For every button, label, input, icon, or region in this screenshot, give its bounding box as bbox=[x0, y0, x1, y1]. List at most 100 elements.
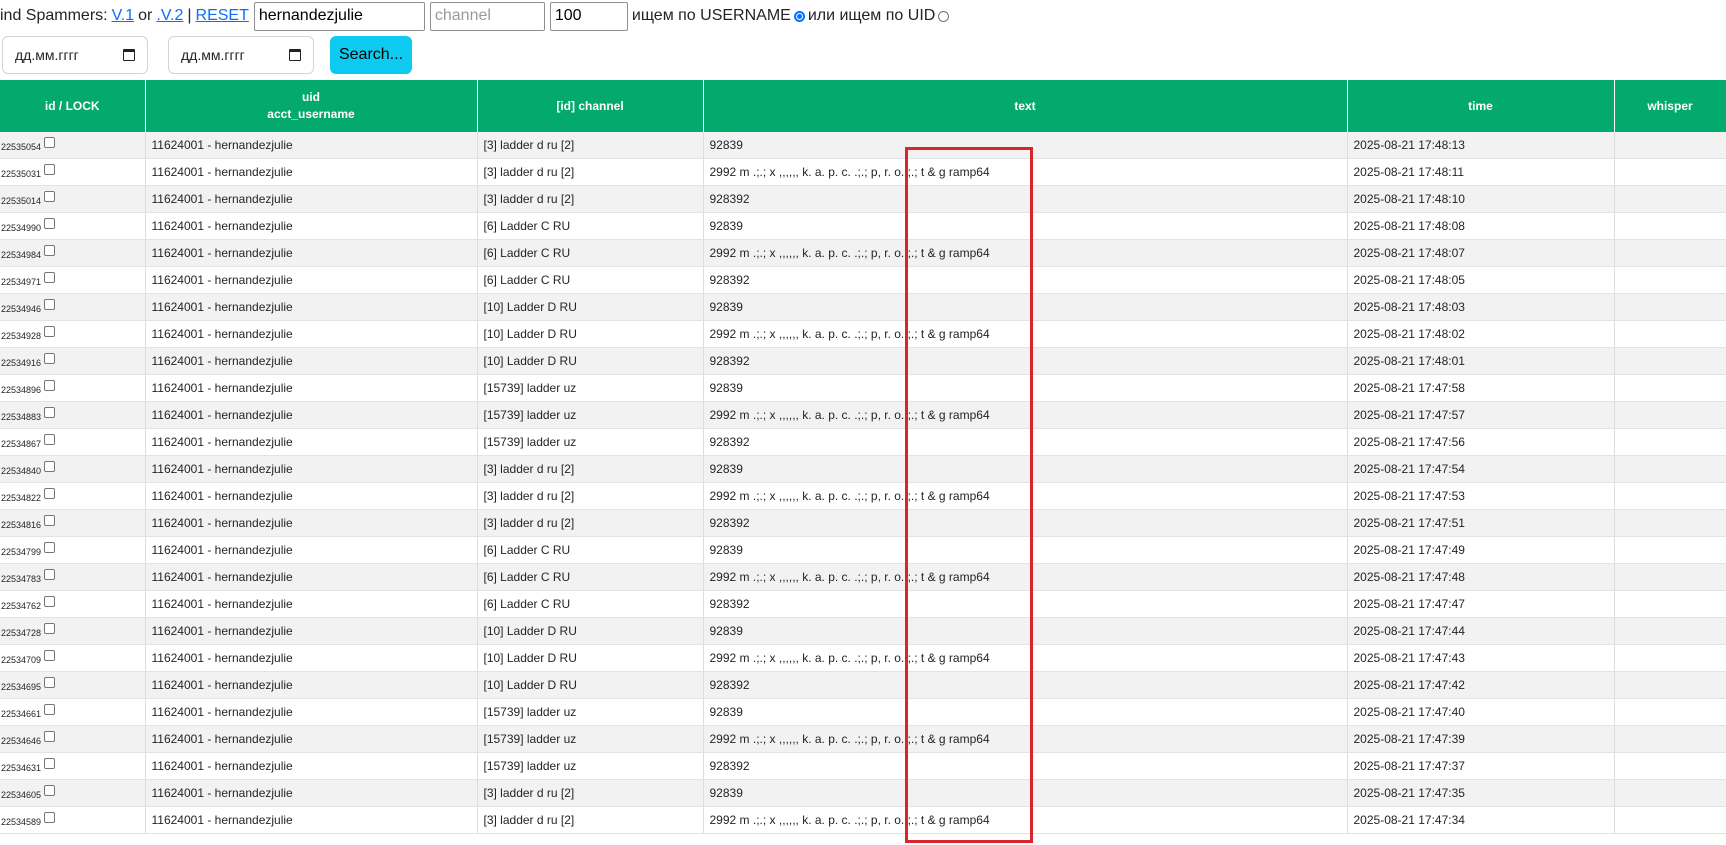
lock-checkbox[interactable] bbox=[44, 272, 56, 283]
lock-checkbox[interactable] bbox=[44, 353, 56, 364]
lock-checkbox[interactable] bbox=[44, 326, 56, 337]
lock-checkbox[interactable] bbox=[44, 569, 56, 580]
time-cell: 2025-08-21 17:47:35 bbox=[1347, 779, 1615, 807]
lock-checkbox[interactable] bbox=[44, 218, 56, 229]
whisper-cell bbox=[1614, 374, 1726, 402]
lock-checkbox[interactable] bbox=[44, 677, 56, 688]
user-cell: 11624001 - hernandezjulie bbox=[145, 185, 478, 213]
time-cell: 2025-08-21 17:48:08 bbox=[1347, 212, 1615, 240]
channel-input[interactable] bbox=[429, 1, 545, 31]
table-row: 22534695 11624001 - hernandezjulie [10] La… bbox=[0, 671, 1726, 699]
channel-cell: [6] Ladder C RU bbox=[477, 212, 704, 240]
lock-checkbox[interactable] bbox=[44, 434, 56, 445]
channel-cell: [10] Ladder D RU bbox=[477, 617, 704, 645]
time-cell: 2025-08-21 17:47:58 bbox=[1347, 374, 1615, 402]
table-row: 22534799 11624001 - hernandezjulie [6] Lad… bbox=[0, 536, 1726, 564]
search-button[interactable]: Search... bbox=[330, 36, 412, 74]
text-cell: 92839 bbox=[703, 617, 1348, 645]
lock-checkbox[interactable] bbox=[44, 704, 56, 715]
user-cell: 11624001 - hernandezjulie bbox=[145, 266, 478, 294]
id-cell: 22534990 bbox=[0, 212, 146, 240]
lock-checkbox[interactable] bbox=[44, 758, 56, 769]
table-row: 22534867 11624001 - hernandezjulie [15739]… bbox=[0, 428, 1726, 456]
channel-cell: [3] ladder d ru [2] bbox=[477, 482, 704, 510]
link-v1[interactable]: V.1 bbox=[112, 7, 135, 25]
id-cell: 22534783 bbox=[0, 563, 146, 591]
channel-cell: [15739] ladder uz bbox=[477, 401, 704, 429]
table-header-row: id / LOCK uid acct_username [id] channel… bbox=[0, 80, 1726, 132]
column-header-uid: uid acct_username bbox=[145, 80, 478, 132]
message-id: 22534971 bbox=[1, 277, 42, 287]
whisper-cell bbox=[1614, 482, 1726, 510]
whisper-cell bbox=[1614, 563, 1726, 591]
lock-checkbox[interactable] bbox=[44, 623, 56, 634]
lock-checkbox[interactable] bbox=[44, 596, 56, 607]
link-v2[interactable]: .V.2 bbox=[156, 7, 183, 25]
user-cell: 11624001 - hernandezjulie bbox=[145, 725, 478, 753]
text-cell: 92839 bbox=[703, 293, 1348, 321]
time-cell: 2025-08-21 17:47:39 bbox=[1347, 725, 1615, 753]
lock-checkbox[interactable] bbox=[44, 164, 56, 175]
search-by-username-radio[interactable] bbox=[793, 10, 805, 22]
channel-cell: [3] ladder d ru [2] bbox=[477, 158, 704, 186]
whisper-cell bbox=[1614, 698, 1726, 726]
column-header-text: text bbox=[703, 80, 1348, 132]
id-cell: 22534928 bbox=[0, 320, 146, 348]
lock-checkbox[interactable] bbox=[44, 812, 56, 823]
lock-checkbox[interactable] bbox=[44, 191, 56, 202]
time-cell: 2025-08-21 17:47:43 bbox=[1347, 644, 1615, 672]
id-cell: 22534589 bbox=[0, 806, 146, 834]
whisper-cell bbox=[1614, 293, 1726, 321]
channel-cell: [3] ladder d ru [2] bbox=[477, 806, 704, 834]
text-cell: 2992 m .;.; x ,,,,,, k. a. p. c. .;.; p,… bbox=[703, 644, 1348, 672]
time-cell: 2025-08-21 17:47:34 bbox=[1347, 806, 1615, 834]
id-cell: 22534867 bbox=[0, 428, 146, 456]
calendar-icon[interactable] bbox=[123, 49, 135, 61]
lock-checkbox[interactable] bbox=[44, 407, 56, 418]
text-cell: 2992 m .;.; x ,,,,,, k. a. p. c. .;.; p,… bbox=[703, 563, 1348, 591]
channel-cell: [10] Ladder D RU bbox=[477, 671, 704, 699]
column-header-username-label: acct_username bbox=[267, 107, 355, 121]
date-from-field[interactable]: дд.мм.гггг bbox=[2, 36, 148, 74]
message-id: 22535014 bbox=[1, 196, 42, 206]
date-to-field[interactable]: дд.мм.гггг bbox=[168, 36, 314, 74]
reset-link[interactable]: RESET bbox=[196, 7, 249, 25]
time-cell: 2025-08-21 17:48:10 bbox=[1347, 185, 1615, 213]
lock-checkbox[interactable] bbox=[44, 461, 56, 472]
whisper-cell bbox=[1614, 428, 1726, 456]
message-id: 22534589 bbox=[1, 817, 42, 827]
lock-checkbox[interactable] bbox=[44, 380, 56, 391]
lock-checkbox[interactable] bbox=[44, 785, 56, 796]
lock-checkbox[interactable] bbox=[44, 245, 56, 256]
text-cell: 2992 m .;.; x ,,,,,, k. a. p. c. .;.; p,… bbox=[703, 482, 1348, 510]
username-input[interactable] bbox=[253, 1, 425, 31]
or-text: or bbox=[138, 7, 153, 24]
id-cell: 22534816 bbox=[0, 509, 146, 537]
whisper-cell bbox=[1614, 806, 1726, 834]
lock-checkbox[interactable] bbox=[44, 542, 56, 553]
whisper-cell bbox=[1614, 779, 1726, 807]
text-cell: 2992 m .;.; x ,,,,,, k. a. p. c. .;.; p,… bbox=[703, 401, 1348, 429]
id-cell: 22535054 bbox=[0, 132, 146, 159]
time-cell: 2025-08-21 17:48:02 bbox=[1347, 320, 1615, 348]
whisper-cell bbox=[1614, 401, 1726, 429]
search-by-uid-radio[interactable] bbox=[938, 10, 950, 22]
lock-checkbox[interactable] bbox=[44, 515, 56, 526]
time-cell: 2025-08-21 17:47:49 bbox=[1347, 536, 1615, 564]
whisper-cell bbox=[1614, 617, 1726, 645]
table-row: 22534946 11624001 - hernandezjulie [10] La… bbox=[0, 293, 1726, 321]
message-id: 22535054 bbox=[1, 142, 42, 152]
lock-checkbox[interactable] bbox=[44, 299, 56, 310]
lock-checkbox[interactable] bbox=[44, 731, 56, 742]
time-cell: 2025-08-21 17:48:03 bbox=[1347, 293, 1615, 321]
channel-cell: [3] ladder d ru [2] bbox=[477, 779, 704, 807]
lock-checkbox[interactable] bbox=[44, 137, 56, 148]
text-cell: 92839 bbox=[703, 536, 1348, 564]
whisper-cell bbox=[1614, 347, 1726, 375]
limit-input[interactable] bbox=[549, 1, 628, 31]
channel-cell: [10] Ladder D RU bbox=[477, 320, 704, 348]
calendar-icon[interactable] bbox=[289, 49, 301, 61]
user-cell: 11624001 - hernandezjulie bbox=[145, 455, 478, 483]
lock-checkbox[interactable] bbox=[44, 488, 56, 499]
lock-checkbox[interactable] bbox=[44, 650, 56, 661]
